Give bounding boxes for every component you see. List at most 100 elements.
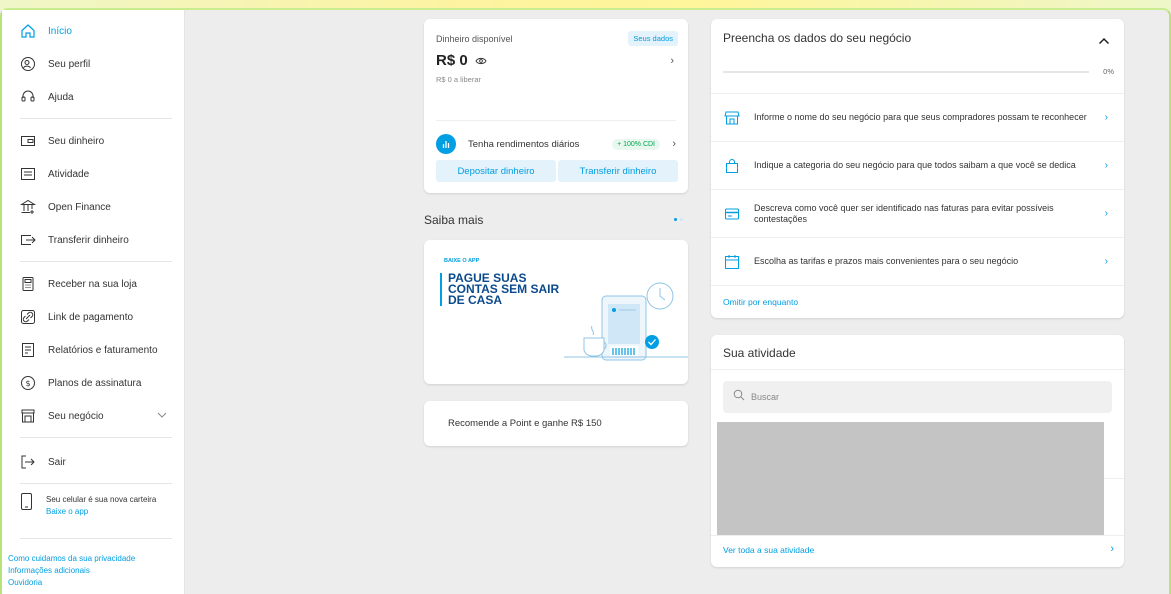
- activity-list-placeholder: [717, 422, 1104, 536]
- chevron-right-icon: ›: [1104, 112, 1108, 123]
- sidebar-item-receber-loja[interactable]: Receber na sua loja: [2, 271, 185, 297]
- sidebar-item-seu-negocio[interactable]: Seu negócio: [2, 403, 185, 429]
- sidebar-item-inicio[interactable]: Início: [2, 18, 185, 44]
- setup-step-fees[interactable]: Escolha as tarifas e prazos mais conveni…: [711, 237, 1124, 285]
- activity-title: Sua atividade: [723, 346, 796, 360]
- sidebar-item-relatorios[interactable]: Relatórios e faturamento: [2, 337, 185, 363]
- balance-title: Dinheiro disponível: [436, 34, 513, 44]
- divider: [1104, 478, 1124, 479]
- download-app-link[interactable]: Baixe o app: [46, 506, 156, 518]
- setup-title: Preencha os dados do seu negócio: [723, 31, 912, 45]
- sidebar-item-ajuda[interactable]: Ajuda: [2, 84, 185, 110]
- yield-text: Tenha rendimentos diários: [468, 138, 580, 150]
- report-icon: [20, 342, 36, 358]
- chevron-right-icon[interactable]: ›: [1110, 543, 1114, 555]
- chevron-right-icon: ›: [1104, 208, 1108, 219]
- balance-to-release: R$ 0 a liberar: [436, 75, 482, 84]
- sidebar-item-label: Início: [48, 25, 72, 37]
- store-icon: [20, 408, 36, 424]
- divider: [436, 120, 676, 121]
- promo-kicker: BAIXE O APP: [444, 258, 480, 264]
- setup-step-text: Informe o nome do seu negócio para que s…: [754, 112, 1087, 122]
- chevron-down-icon[interactable]: [157, 410, 167, 423]
- sidebar-item-label: Planos de assinatura: [48, 377, 142, 389]
- link-icon: [20, 309, 36, 325]
- promo-headline: PAGUE SUAS CONTAS SEM SAIR DE CASA: [440, 272, 560, 306]
- setup-step-category[interactable]: Indique a categoria do seu negócio para …: [711, 141, 1124, 189]
- additional-info-link[interactable]: Informações adicionais: [8, 565, 135, 577]
- carousel-dots[interactable]: [674, 218, 683, 221]
- setup-step-business-name[interactable]: Informe o nome do seu negócio para que s…: [711, 93, 1124, 141]
- sidebar-item-transferir[interactable]: Transferir dinheiro: [2, 227, 185, 253]
- sidebar-item-label: Ajuda: [48, 91, 74, 103]
- balance-value: R$ 0: [436, 52, 468, 69]
- sidebar-item-label: Atividade: [48, 168, 90, 180]
- divider: [711, 285, 1124, 286]
- balance-chevron-icon[interactable]: ›: [670, 55, 674, 67]
- sidebar-item-label: Sair: [48, 456, 66, 468]
- setup-step-text: Indique a categoria do seu negócio para …: [754, 160, 1076, 170]
- sidebar-item-link-pagamento[interactable]: Link de pagamento: [2, 304, 185, 330]
- eye-icon[interactable]: [475, 52, 487, 69]
- setup-step-invoice-name[interactable]: Descreva como você quer ser identificado…: [711, 189, 1124, 237]
- sidebar-item-sair[interactable]: Sair: [2, 449, 185, 475]
- transfer-button[interactable]: Transferir dinheiro: [558, 160, 678, 182]
- activity-search[interactable]: [723, 381, 1112, 413]
- sidebar-item-seu-perfil[interactable]: Seu perfil: [2, 51, 185, 77]
- home-icon: [20, 23, 36, 39]
- sidebar-divider: [20, 437, 172, 438]
- setup-step-text: Escolha as tarifas e prazos mais conveni…: [754, 256, 1019, 266]
- bill-payment-illustration: [564, 282, 688, 361]
- setup-progress-bar: [723, 71, 1089, 73]
- wallet-icon: [20, 133, 36, 149]
- phone-icon: [20, 492, 34, 517]
- daily-yield-row[interactable]: Tenha rendimentos diários + 100% CDI ›: [436, 133, 676, 155]
- chevron-right-icon: ›: [672, 138, 676, 150]
- sidebar-divider: [20, 483, 172, 484]
- promo-text: Seu celular é sua nova carteira: [46, 495, 157, 504]
- sidebar-item-planos-assinatura[interactable]: $ Planos de assinatura: [2, 370, 185, 396]
- sidebar-item-seu-dinheiro[interactable]: Seu dinheiro: [2, 128, 185, 154]
- search-icon: [733, 388, 745, 406]
- business-setup-card: Preencha os dados do seu negócio 0% Info…: [711, 19, 1124, 318]
- divider: [711, 535, 1124, 536]
- profile-icon: [20, 56, 36, 72]
- sidebar-item-label: Receber na sua loja: [48, 278, 137, 290]
- setup-progress-percent: 0%: [1103, 67, 1114, 76]
- sidebar-item-label: Open Finance: [48, 201, 111, 213]
- activity-card: Sua atividade Ver toda a sua atividade ›: [711, 335, 1124, 567]
- deposit-button[interactable]: Depositar dinheiro: [436, 160, 556, 182]
- sidebar: Início Seu perfil Ajuda Seu dinheiro Ati…: [2, 10, 185, 594]
- recommend-point-card[interactable]: Recomende a Point e ganhe R$ 150: [424, 401, 688, 446]
- sidebar-divider: [20, 538, 172, 539]
- chevron-right-icon: ›: [1104, 160, 1108, 171]
- ombudsman-link[interactable]: Ouvidoria: [8, 577, 135, 589]
- sidebar-divider: [20, 261, 172, 262]
- your-data-badge[interactable]: Seus dados: [628, 31, 678, 46]
- help-icon: [20, 89, 36, 105]
- store-icon: [724, 110, 740, 126]
- calendar-icon: [724, 254, 740, 270]
- sidebar-footer-links: Como cuidamos da sua privacidade Informa…: [8, 553, 135, 589]
- pay-bills-promo-card[interactable]: BAIXE O APP PAGUE SUAS CONTAS SEM SAIR D…: [424, 240, 688, 384]
- privacy-link[interactable]: Como cuidamos da sua privacidade: [8, 553, 135, 565]
- bank-icon: [20, 199, 36, 215]
- setup-step-text: Descreva como você quer ser identificado…: [754, 202, 1054, 224]
- app-download-promo[interactable]: Seu celular é sua nova carteira Baixe o …: [20, 492, 180, 532]
- logout-icon: [20, 454, 36, 470]
- sidebar-item-label: Link de pagamento: [48, 311, 134, 323]
- carousel-dot[interactable]: [680, 218, 683, 221]
- chevron-right-icon: ›: [1104, 256, 1108, 267]
- sidebar-item-label: Seu dinheiro: [48, 135, 105, 147]
- subscription-icon: $: [20, 375, 36, 391]
- sidebar-item-open-finance[interactable]: Open Finance: [2, 194, 185, 220]
- sidebar-item-atividade[interactable]: Atividade: [2, 161, 185, 187]
- transfer-icon: [20, 232, 36, 248]
- sidebar-item-label: Relatórios e faturamento: [48, 344, 158, 356]
- see-all-activity-link[interactable]: Ver toda a sua atividade: [723, 545, 814, 555]
- chevron-up-icon[interactable]: [1098, 32, 1110, 50]
- search-input[interactable]: [751, 392, 1051, 402]
- carousel-dot-active[interactable]: [674, 218, 677, 221]
- svg-text:$: $: [25, 379, 30, 388]
- skip-for-now-link[interactable]: Omitir por enquanto: [723, 297, 798, 307]
